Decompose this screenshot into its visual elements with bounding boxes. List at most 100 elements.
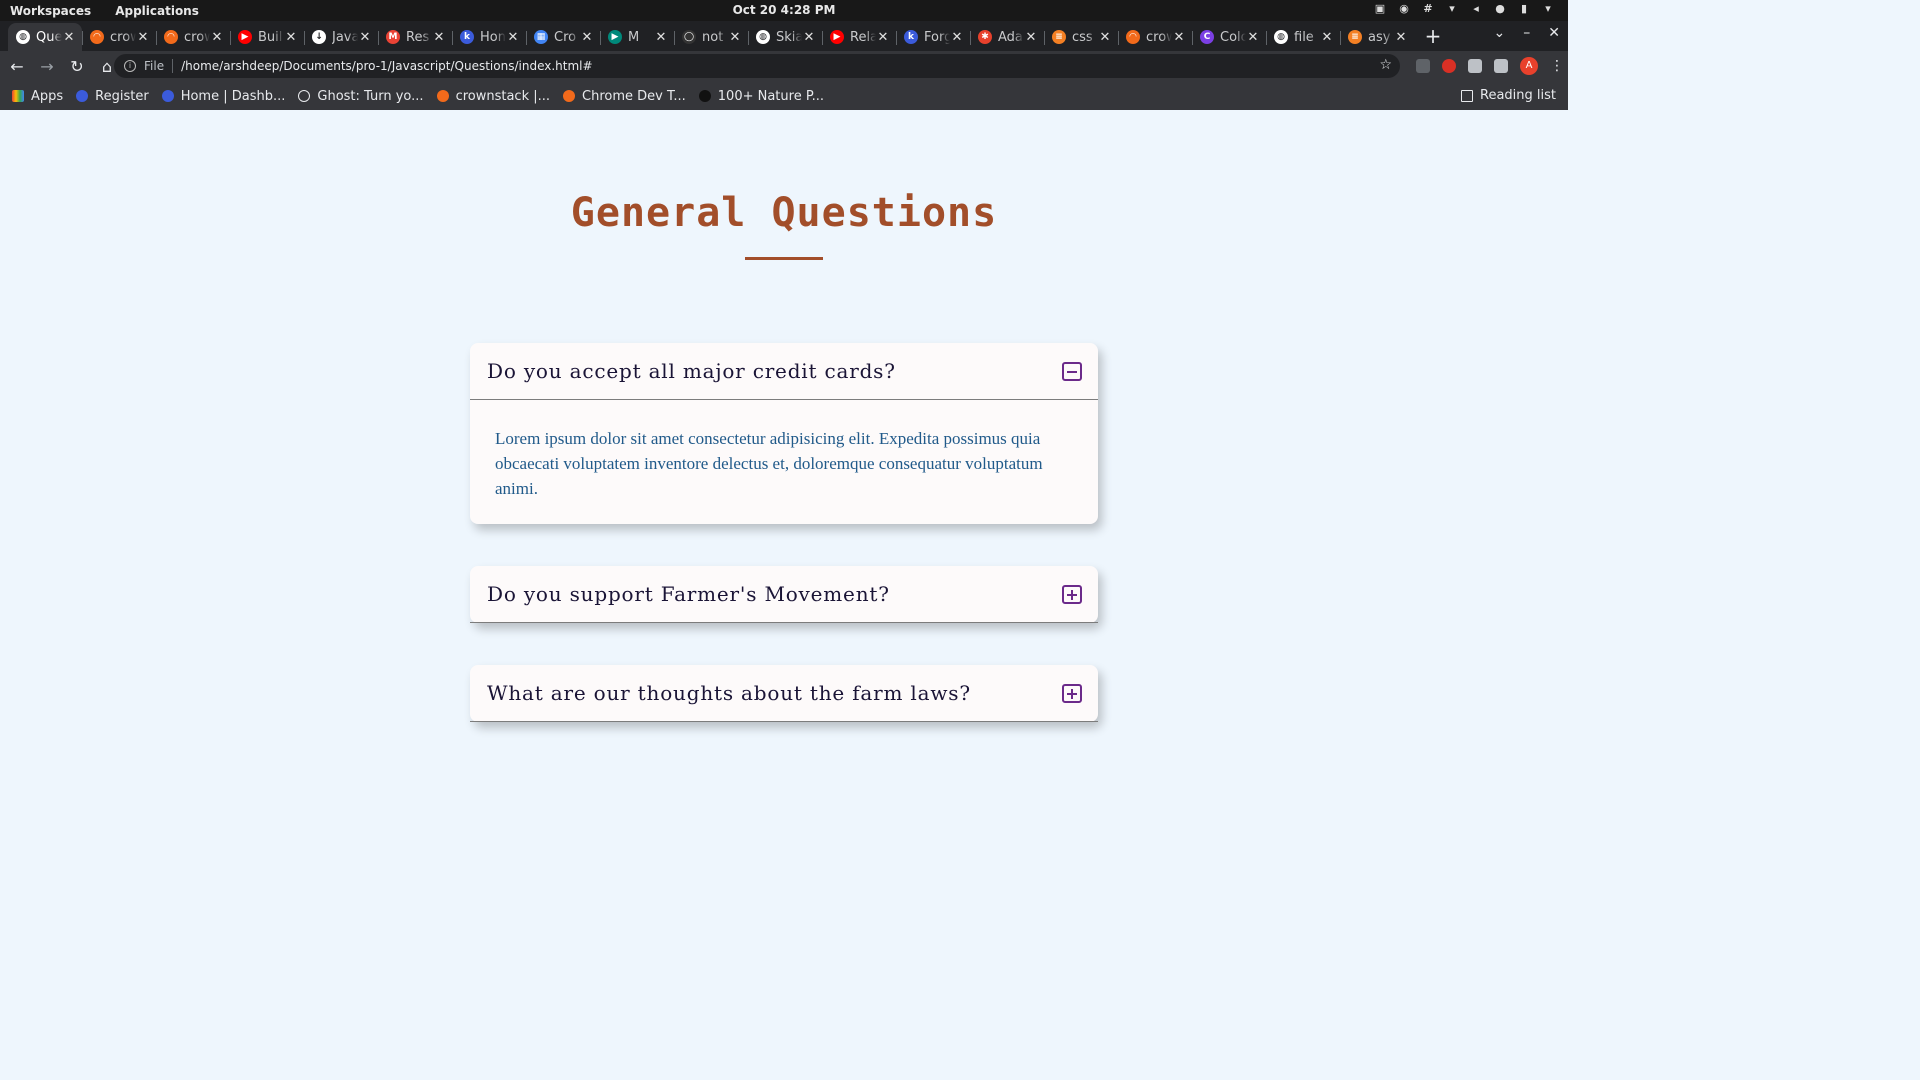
battery-icon[interactable]: ▮ [1518, 3, 1530, 15]
browser-tab[interactable]: ◍ Que ✕ [8, 23, 82, 51]
workspaces-menu[interactable]: Workspaces [10, 4, 91, 18]
browser-tab[interactable]: ▦ Cro ✕ [526, 23, 600, 51]
close-tab-icon[interactable]: ✕ [802, 30, 816, 45]
close-tab-icon[interactable]: ✕ [580, 30, 594, 45]
bookmark-item[interactable]: Home | Dashb... [161, 89, 285, 104]
bookmark-item[interactable]: Register [76, 89, 149, 104]
faq-question-row[interactable]: Do you accept all major credit cards? [470, 343, 1098, 400]
close-tab-icon[interactable]: ✕ [506, 30, 520, 45]
browser-tab[interactable]: C Colo ✕ [1192, 23, 1266, 51]
tab-title: Skia [776, 29, 802, 45]
power-menu-icon[interactable]: ▾ [1542, 3, 1554, 15]
tab-search-icon[interactable]: ⌄ [1494, 25, 1506, 41]
address-bar[interactable]: i File /home/arshdeep/Documents/pro-1/Ja… [114, 54, 1400, 78]
browser-tab[interactable]: ◍ Skia ✕ [748, 23, 822, 51]
user-icon[interactable]: ◉ [1398, 3, 1410, 15]
close-tab-icon[interactable]: ✕ [654, 30, 668, 45]
expand-plus-icon[interactable] [1062, 584, 1082, 604]
applications-menu[interactable]: Applications [115, 4, 199, 18]
close-tab-icon[interactable]: ✕ [1172, 30, 1186, 45]
browser-tab[interactable]: M Res ✕ [378, 23, 452, 51]
browser-tab[interactable]: ◠ crow ✕ [1118, 23, 1192, 51]
youtube-icon: ▶ [238, 30, 252, 44]
bookmarks-bar: Apps Register Home | Dashb... Ghost: Turn y… [0, 82, 1568, 110]
close-tab-icon[interactable]: ✕ [1024, 30, 1038, 45]
bookmark-star-icon[interactable]: ☆ [1379, 57, 1392, 73]
expand-plus-icon[interactable] [1062, 683, 1082, 703]
close-tab-icon[interactable]: ✕ [728, 30, 742, 45]
browser-tab[interactable]: ≡ css ✕ [1044, 23, 1118, 51]
tab-strip: ◍ Que ✕ ◠ crow ✕ ◠ crow ✕ ▶ Buil ✕ ↓ Java ✕ M Res ✕ k Hon ✕ ▦… [0, 21, 1568, 51]
unsplash-icon [698, 90, 711, 102]
bookmark-label: Ghost: Turn yo... [317, 88, 424, 104]
browser-tab[interactable]: ◠ crow ✕ [156, 23, 230, 51]
page-content: General Questions Do you accept all majo… [0, 110, 1568, 882]
wifi-icon[interactable]: ▾ [1446, 3, 1458, 15]
bookmark-item[interactable]: Chrome Dev T... [563, 89, 686, 104]
browser-tab[interactable]: ▶ Buil ✕ [230, 23, 304, 51]
info-icon[interactable]: i [124, 60, 136, 72]
browser-tab[interactable]: ↓ Java ✕ [304, 23, 378, 51]
faq-question-row[interactable]: Do you support Farmer's Movement? [470, 566, 1098, 623]
media-control-icon[interactable] [1494, 59, 1508, 73]
close-tab-icon[interactable]: ✕ [284, 30, 298, 45]
browser-tab[interactable]: ▶ Rela ✕ [822, 23, 896, 51]
extension-red-icon[interactable] [1442, 59, 1456, 73]
close-tab-icon[interactable]: ✕ [136, 30, 150, 45]
volume-icon[interactable]: ◂ [1470, 3, 1482, 15]
close-tab-icon[interactable]: ✕ [210, 30, 224, 45]
browser-tab[interactable]: ◠ crow ✕ [82, 23, 156, 51]
faq-card: Do you support Farmer's Movement? [470, 566, 1098, 623]
extension-icon[interactable] [1416, 59, 1430, 73]
tab-title: M [628, 29, 640, 45]
bookmark-item[interactable]: Apps [12, 89, 63, 104]
close-window-icon[interactable]: ✕ [1548, 25, 1560, 41]
k-icon: k [460, 30, 474, 44]
collapse-minus-icon[interactable] [1062, 361, 1082, 381]
bookmark-item[interactable]: 100+ Nature P... [698, 88, 825, 104]
tab-title: Forg [924, 29, 950, 45]
back-icon[interactable]: ← [4, 57, 30, 76]
reading-list-button[interactable]: Reading list [1461, 88, 1556, 103]
profile-avatar[interactable]: A [1520, 57, 1538, 75]
new-tab-button[interactable]: + [1420, 24, 1446, 50]
faq-question-text: What are our thoughts about the farm law… [487, 681, 971, 705]
bookmark-label: crownstack |... [455, 88, 551, 104]
microphone-icon[interactable]: ● [1494, 3, 1506, 15]
reload-icon[interactable]: ↻ [64, 57, 90, 76]
close-tab-icon[interactable]: ✕ [1320, 30, 1334, 45]
browser-tab[interactable]: ≡ asy ✕ [1340, 23, 1414, 51]
close-tab-icon[interactable]: ✕ [1246, 30, 1260, 45]
close-tab-icon[interactable]: ✕ [1394, 30, 1408, 45]
browser-tab[interactable]: k Hon ✕ [452, 23, 526, 51]
browser-tab[interactable]: ✱ Ada ✕ [970, 23, 1044, 51]
bookmark-item[interactable]: crownstack |... [436, 88, 551, 104]
forward-icon[interactable]: → [34, 57, 60, 76]
browser-tab[interactable]: ▶ M ✕ [600, 23, 674, 51]
bookmark-label: 100+ Nature P... [717, 88, 825, 104]
close-tab-icon[interactable]: ✕ [62, 30, 76, 45]
tab-title: Que [36, 29, 62, 45]
browser-tab[interactable]: ◍ file ✕ [1266, 23, 1340, 51]
browser-tab[interactable]: k Forg ✕ [896, 23, 970, 51]
close-tab-icon[interactable]: ✕ [950, 30, 964, 45]
close-tab-icon[interactable]: ✕ [876, 30, 890, 45]
clock[interactable]: Oct 20 4:28 PM [0, 3, 1568, 17]
tab-title: Buil [258, 29, 283, 45]
close-tab-icon[interactable]: ✕ [358, 30, 372, 45]
clipboard-icon[interactable]: ▣ [1374, 3, 1386, 15]
stackoverflow-icon: ≡ [1052, 30, 1066, 44]
bookmark-item[interactable]: Ghost: Turn yo... [298, 88, 424, 104]
tab-title: Cro [554, 29, 577, 45]
puzzle-icon[interactable] [1468, 59, 1482, 73]
url-text[interactable]: /home/arshdeep/Documents/pro-1/Javascrip… [181, 59, 592, 73]
tab-title: Java [332, 29, 358, 45]
close-tab-icon[interactable]: ✕ [1098, 30, 1112, 45]
more-menu-icon[interactable]: ⋮ [1550, 58, 1564, 74]
globe-icon: ◍ [16, 30, 30, 44]
close-tab-icon[interactable]: ✕ [432, 30, 446, 45]
minimize-icon[interactable]: – [1523, 25, 1530, 41]
faq-question-row[interactable]: What are our thoughts about the farm law… [470, 665, 1098, 722]
slack-icon[interactable]: # [1422, 3, 1434, 15]
browser-tab[interactable]: ◯ not ✕ [674, 23, 748, 51]
